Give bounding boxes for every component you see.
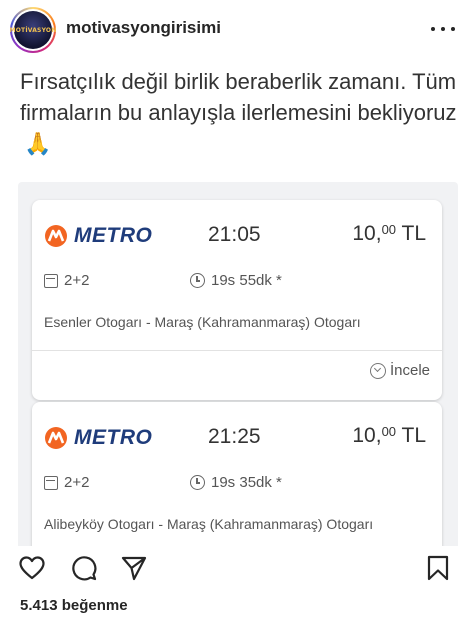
divider	[32, 350, 442, 351]
heart-icon[interactable]	[18, 554, 46, 582]
departure-time: 21:05	[208, 223, 261, 246]
metro-logo: METRO	[44, 426, 152, 450]
post-image-text: Fırsatçılık değil birlik beraberlik zama…	[20, 66, 460, 159]
pray-emoji: 🙏	[24, 131, 52, 156]
chevron-down-icon	[369, 362, 386, 379]
brand-name: METRO	[74, 426, 153, 449]
post-header: MOTİVASYON motivasyongirisimi	[0, 0, 473, 56]
clock-icon	[190, 273, 205, 288]
avatar-image: MOTİVASYON	[10, 11, 56, 49]
post-image-caption: Fırsatçılık değil birlik beraberlik zama…	[20, 69, 457, 125]
post-image: Fırsatçılık değil birlik beraberlik zama…	[0, 56, 473, 546]
share-icon[interactable]	[120, 554, 148, 582]
username[interactable]: motivasyongirisimi	[66, 18, 221, 38]
seat-icon	[44, 475, 58, 490]
route: Alibeyköy Otogarı - Maraş (Kahramanmaraş…	[44, 516, 374, 532]
ticket-list: METRO 21:05 10,00 TL 2+2 19s 55dk * Esen…	[18, 182, 458, 546]
ticket-price: 10,00 TL	[352, 424, 426, 447]
brand-name: METRO	[74, 224, 153, 247]
seat-icon	[44, 273, 58, 288]
ticket-price: 10,00 TL	[352, 222, 426, 245]
bookmark-icon[interactable]	[424, 554, 452, 582]
seat-layout: 2+2	[44, 474, 89, 491]
trip-duration: 19s 35dk *	[190, 474, 282, 491]
comment-icon[interactable]	[70, 554, 98, 582]
metro-logo-mark-icon	[45, 225, 67, 247]
details-button: İncele	[369, 362, 430, 379]
seat-layout: 2+2	[44, 272, 89, 289]
like-count[interactable]: 5.413 beğenme	[20, 597, 128, 614]
post-actions	[0, 548, 473, 588]
ticket-card: METRO 21:25 10,00 TL 2+2 19s 35dk * Alib…	[32, 402, 442, 546]
route: Esenler Otogarı - Maraş (Kahramanmaraş) …	[44, 314, 361, 330]
clock-icon	[190, 475, 205, 490]
avatar-logo: MOTİVASYON	[9, 26, 57, 34]
metro-logo: METRO	[44, 224, 152, 248]
trip-duration: 19s 55dk *	[190, 272, 282, 289]
more-options-icon[interactable]	[431, 16, 455, 40]
departure-time: 21:25	[208, 425, 261, 448]
avatar[interactable]: MOTİVASYON	[10, 7, 56, 53]
metro-logo-mark-icon	[45, 427, 67, 449]
ticket-card: METRO 21:05 10,00 TL 2+2 19s 55dk * Esen…	[32, 200, 442, 400]
